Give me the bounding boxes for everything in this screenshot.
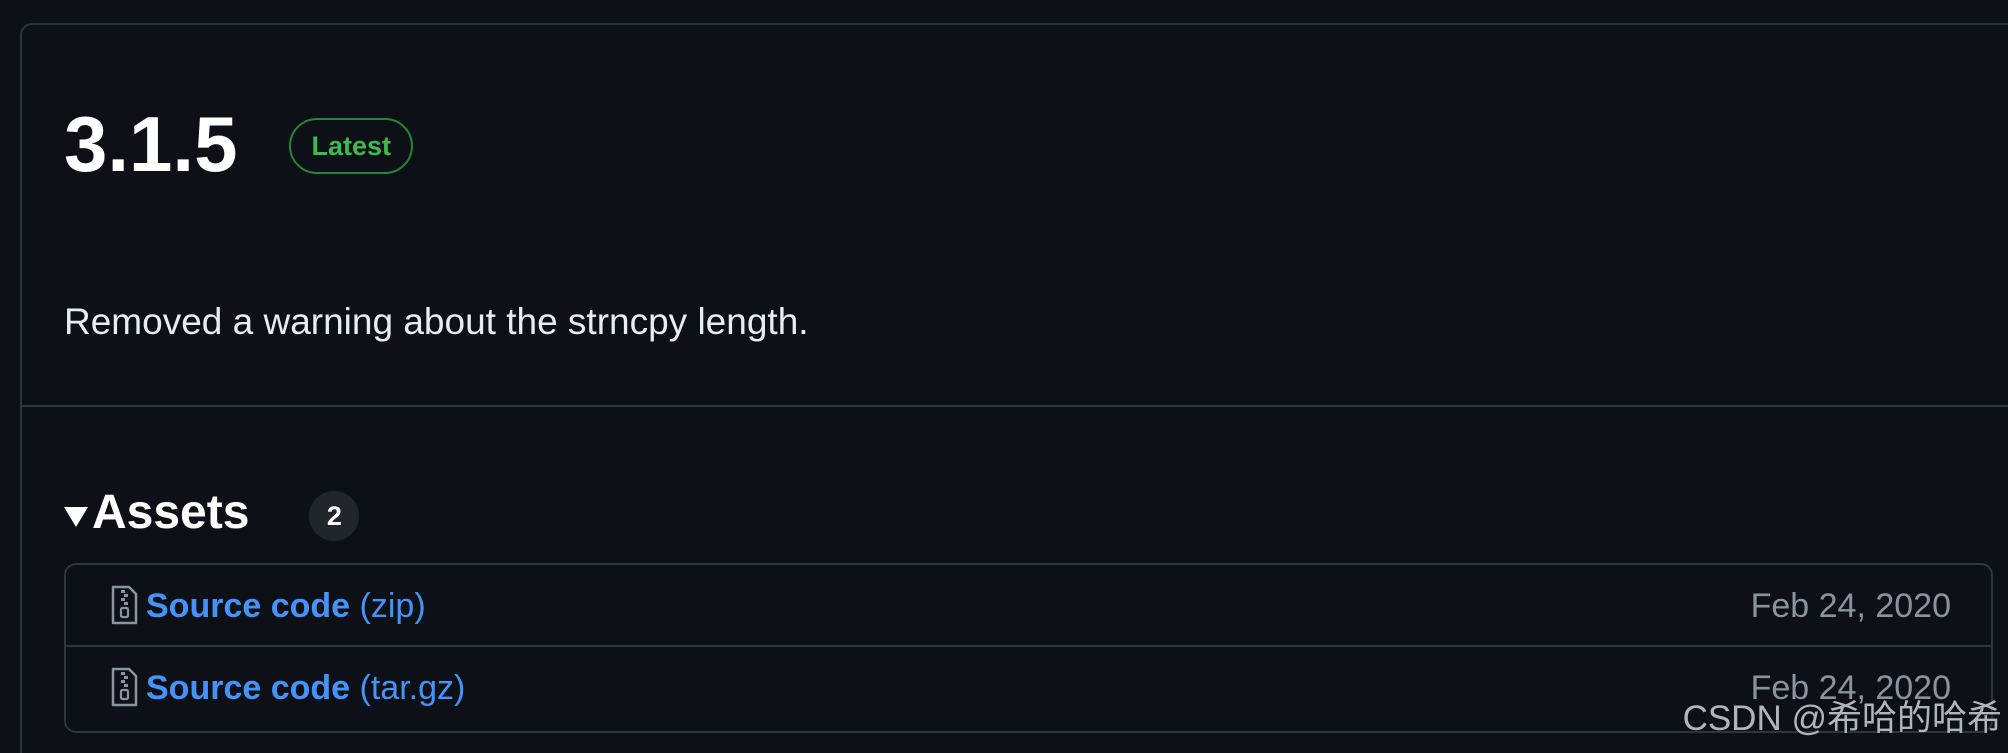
asset-name: Source code: [146, 669, 351, 707]
section-divider: [22, 405, 2008, 407]
assets-title: Assets: [92, 486, 250, 539]
release-header: 3.1.5 Latest: [64, 105, 414, 183]
triangle-down-icon: [64, 507, 88, 527]
asset-row: Source code (zip) Feb 24, 2020: [66, 565, 1991, 647]
asset-name: Source code: [146, 587, 351, 625]
file-zip-icon: [111, 585, 138, 625]
file-zip-icon: [111, 667, 138, 707]
latest-badge: Latest: [289, 118, 414, 174]
release-title[interactable]: 3.1.5: [64, 105, 237, 183]
asset-ext: (zip): [359, 587, 426, 625]
release-notes: Removed a warning about the strncpy leng…: [64, 301, 809, 342]
asset-date: Feb 24, 2020: [1750, 587, 1951, 625]
release-card: 3.1.5 Latest Removed a warning about the…: [20, 23, 2008, 753]
release-page: 3.1.5 Latest Removed a warning about the…: [0, 0, 2008, 753]
assets-count-badge: 2: [309, 491, 360, 541]
assets-toggle[interactable]: Assets 2: [64, 483, 360, 543]
asset-download-link[interactable]: Source code (tar.gz): [146, 665, 465, 711]
asset-ext: (tar.gz): [359, 669, 466, 707]
asset-download-link[interactable]: Source code (zip): [146, 583, 426, 629]
watermark: CSDN @希哈的哈希: [1682, 699, 2002, 738]
